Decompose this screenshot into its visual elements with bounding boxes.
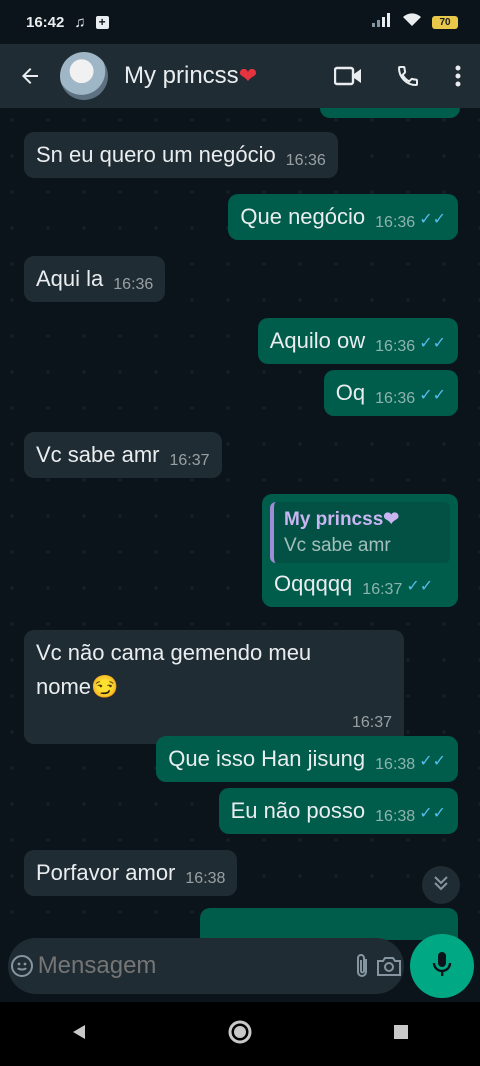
nav-back-icon[interactable] xyxy=(70,1023,88,1046)
message-text: Sn eu quero um negócio xyxy=(36,142,276,167)
nav-recents-icon[interactable] xyxy=(392,1023,410,1046)
quoted-message[interactable]: My princss❤ Vc sabe amr xyxy=(270,502,450,563)
message-text: Oq xyxy=(335,380,366,405)
signal-icon xyxy=(372,13,392,31)
emoji-sticker-icon[interactable] xyxy=(8,954,36,978)
voice-call-icon[interactable] xyxy=(380,64,436,88)
message-composer xyxy=(8,938,404,994)
message-incoming[interactable]: Vc não cama gemendo meu nome😏 16:37 xyxy=(24,630,404,744)
message-incoming[interactable]: Sn eu quero um negócio 16:36 xyxy=(24,132,338,178)
message-time: 16:37 xyxy=(351,714,392,731)
message-outgoing[interactable]: Que negócio 16:36 ✓✓ xyxy=(228,194,458,240)
message-text: Aquilo ow xyxy=(269,328,366,353)
message-outgoing-reply[interactable]: My princss❤ Vc sabe amr Oqqqqq 16:37 ✓✓ xyxy=(262,494,458,607)
message-text: Eu não posso xyxy=(230,798,366,823)
video-call-icon[interactable] xyxy=(316,66,380,86)
message-time: 16:36 xyxy=(375,214,416,231)
message-time: 16:36 xyxy=(375,338,416,355)
back-arrow-icon[interactable] xyxy=(0,64,60,88)
message-time: 16:36 xyxy=(113,276,154,293)
message-text: Aqui la xyxy=(36,266,104,291)
message-text: Vc sabe amr xyxy=(36,442,160,467)
microphone-button[interactable] xyxy=(410,934,474,998)
quoted-text: Vc sabe amr xyxy=(284,535,391,556)
message-time: 16:38 xyxy=(375,756,416,773)
attachment-clip-icon[interactable] xyxy=(350,953,375,979)
message-text: Que isso Han jisung xyxy=(168,746,366,771)
partial-outgoing-message xyxy=(200,908,458,940)
plus-box-icon: + xyxy=(95,15,109,29)
message-text: Oqqqqq xyxy=(274,571,353,596)
status-time: 16:42 xyxy=(26,13,65,31)
chat-header: My princss❤ xyxy=(0,44,480,108)
chat-area[interactable]: Sn eu quero um negócio 16:36 Que negócio 1… xyxy=(0,108,480,940)
message-text: Vc não cama gemendo meu nome😏 xyxy=(36,640,312,699)
message-outgoing[interactable]: Aquilo ow 16:36 ✓✓ xyxy=(257,318,458,364)
heart-icon: ❤ xyxy=(238,63,258,88)
camera-icon[interactable] xyxy=(374,955,404,977)
message-time: 16:38 xyxy=(185,870,226,887)
message-incoming[interactable]: Porfavor amor 16:38 xyxy=(24,850,238,896)
more-options-icon[interactable] xyxy=(436,65,480,87)
quoted-author: My princss❤ xyxy=(284,509,400,530)
double-check-icon: ✓✓ xyxy=(419,753,446,770)
message-time: 16:37 xyxy=(169,452,210,469)
nav-home-icon[interactable] xyxy=(227,1019,253,1050)
contact-avatar[interactable] xyxy=(60,52,108,100)
message-time: 16:36 xyxy=(285,152,326,169)
double-check-icon: ✓✓ xyxy=(419,211,446,228)
music-note-icon: ♫ xyxy=(74,13,86,31)
message-text: Que negócio xyxy=(240,204,366,229)
message-text: Porfavor amor xyxy=(36,860,176,885)
double-check-icon: ✓✓ xyxy=(419,387,446,404)
message-time: 16:36 xyxy=(375,390,416,407)
scroll-to-bottom-button[interactable] xyxy=(422,866,460,904)
microphone-icon xyxy=(432,950,452,983)
status-bar: 16:42 ♫ + 70 xyxy=(0,0,480,44)
wifi-icon xyxy=(402,13,422,31)
message-time: 16:38 xyxy=(375,808,416,825)
double-check-icon: ✓✓ xyxy=(406,578,434,595)
contact-name[interactable]: My princss❤ xyxy=(124,62,316,90)
message-input[interactable] xyxy=(35,951,350,981)
message-incoming[interactable]: Aqui la 16:36 xyxy=(24,256,166,302)
battery-icon: 70 xyxy=(432,15,458,29)
double-check-icon: ✓✓ xyxy=(419,805,446,822)
chevron-double-down-icon xyxy=(433,875,449,896)
contact-name-text: My princss xyxy=(124,62,239,89)
message-incoming[interactable]: Vc sabe amr 16:37 xyxy=(24,432,222,478)
message-time: 16:37 xyxy=(362,581,403,598)
message-outgoing[interactable]: Eu não posso 16:38 ✓✓ xyxy=(218,788,458,834)
message-outgoing[interactable]: Oq 16:36 ✓✓ xyxy=(323,370,458,416)
system-nav-bar xyxy=(0,1002,480,1066)
message-outgoing[interactable]: Que isso Han jisung 16:38 ✓✓ xyxy=(156,736,458,782)
double-check-icon: ✓✓ xyxy=(419,335,446,352)
partial-outgoing-message xyxy=(320,108,460,118)
